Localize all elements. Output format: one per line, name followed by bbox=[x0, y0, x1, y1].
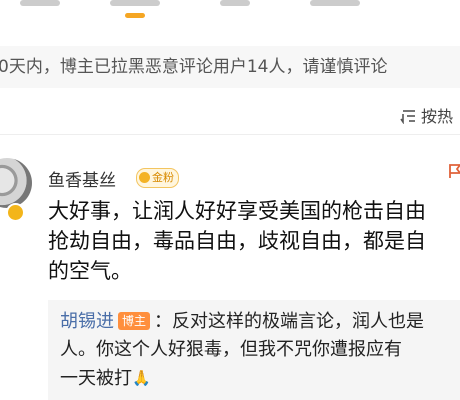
top-tab-bar bbox=[0, 0, 460, 40]
pray-hands-icon: 🙏 bbox=[132, 369, 151, 387]
comment-line: 大好事，让润人好好享受美国的枪击自由 bbox=[48, 199, 426, 223]
report-icon[interactable] bbox=[448, 163, 460, 179]
fan-badge-icon bbox=[139, 172, 150, 183]
comment-notice-banner: 0天内，博主已拉黑恶意评论用户14人，请谨慎评论 bbox=[0, 46, 460, 88]
tab-placeholder[interactable] bbox=[220, 0, 250, 6]
reply-content: 胡锡进 博主 ：反对这样的极端言论，润人也是 人。你这个人好狠毒，但我不咒你遭报应有… bbox=[60, 308, 460, 393]
comment-line: 抢劫自由，毒品自由，歧视自由，都是自 bbox=[48, 229, 426, 253]
fan-badge[interactable]: 金粉 bbox=[136, 168, 179, 188]
avatar[interactable] bbox=[0, 158, 32, 208]
reply-author[interactable]: 胡锡进 bbox=[60, 311, 114, 332]
reply-line: 胡锡进 博主 ：反对这样的极端言论，润人也是 bbox=[60, 308, 460, 336]
tab-placeholder[interactable] bbox=[310, 0, 360, 6]
active-tab-indicator bbox=[125, 13, 145, 18]
verified-badge-icon bbox=[6, 203, 25, 222]
comment-text: 大好事，让润人好好享受美国的枪击自由 抢劫自由，毒品自由，歧视自由，都是自 的空… bbox=[48, 196, 460, 286]
reply-line: 人。你这个人好狠毒，但我不咒你遭报应有 bbox=[60, 339, 402, 360]
tab-placeholder[interactable] bbox=[110, 0, 160, 6]
comment-username[interactable]: 鱼香基丝 bbox=[48, 166, 116, 191]
sort-icon bbox=[400, 110, 415, 124]
reply-text: ：反对这样的极端言论，润人也是 bbox=[154, 311, 425, 332]
blogger-badge: 博主 bbox=[118, 312, 151, 330]
notice-text: 0天内，博主已拉黑恶意评论用户14人，请谨慎评论 bbox=[0, 57, 388, 77]
sort-button[interactable]: 按热 bbox=[400, 104, 453, 130]
fan-badge-label: 金粉 bbox=[152, 171, 174, 184]
tab-placeholder[interactable] bbox=[20, 0, 60, 6]
reply-text: 一天被打 bbox=[60, 368, 132, 389]
sort-label: 按热 bbox=[421, 107, 454, 126]
divider bbox=[0, 134, 460, 135]
reply-line: 一天被打🙏 bbox=[60, 364, 460, 393]
comment-line: 的空气。 bbox=[48, 259, 132, 283]
sort-row: 按热 bbox=[0, 104, 460, 130]
reply-box[interactable]: 胡锡进 博主 ：反对这样的极端言论，润人也是 人。你这个人好狠毒，但我不咒你遭报应有… bbox=[48, 300, 460, 400]
